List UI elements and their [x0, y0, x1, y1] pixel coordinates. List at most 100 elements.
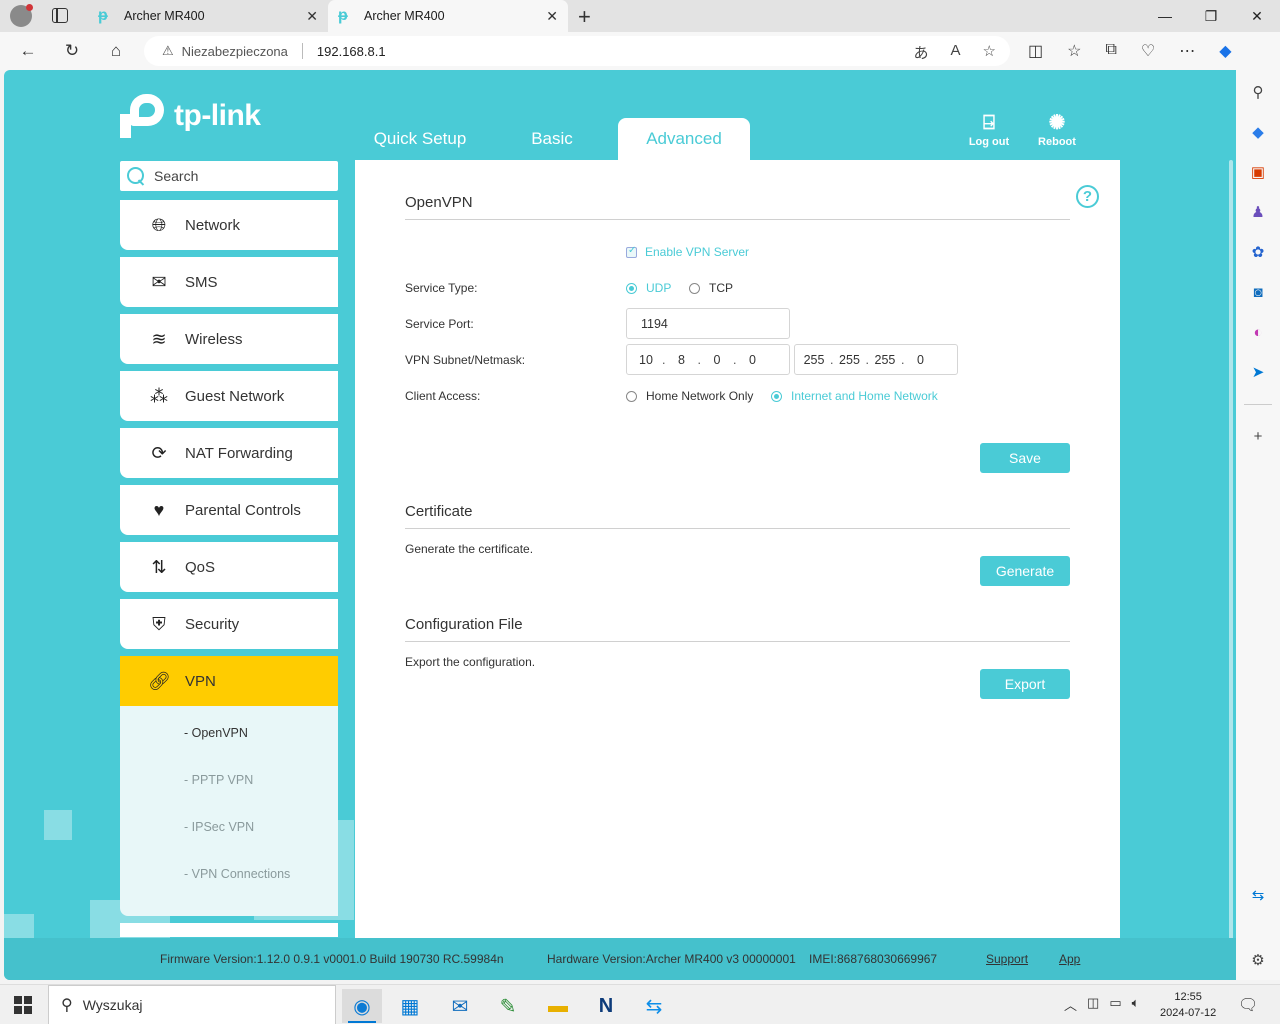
- browser-essentials-icon[interactable]: ♡: [1141, 41, 1155, 61]
- imei: IMEI:868768030669967: [809, 952, 938, 966]
- tab-advanced[interactable]: Advanced: [618, 118, 750, 160]
- sidebar-item-guest-network[interactable]: ⁂ Guest Network: [120, 371, 338, 421]
- sidebar-item-security[interactable]: ⛨ Security: [120, 599, 338, 649]
- teamviewer-icon[interactable]: ⇆: [1248, 885, 1268, 905]
- file-explorer-taskbar-icon[interactable]: ▬: [538, 989, 578, 1023]
- home-icon[interactable]: ⌂: [106, 41, 126, 61]
- shopping-tag-icon[interactable]: ◆: [1248, 122, 1268, 142]
- submenu-pptp-vpn[interactable]: - PPTP VPN: [120, 773, 338, 820]
- network-icon[interactable]: ▭: [1109, 995, 1121, 1014]
- support-link[interactable]: Support: [986, 952, 1028, 966]
- save-button[interactable]: Save: [980, 443, 1070, 473]
- sidebar-item-vpn[interactable]: 🔗︎ VPN: [120, 656, 338, 706]
- teamviewer-taskbar-icon[interactable]: ⇆: [634, 989, 674, 1023]
- taskbar-search[interactable]: ⚲ Wyszukaj: [48, 985, 336, 1024]
- windows-start-icon[interactable]: [14, 996, 32, 1014]
- favorites-icon[interactable]: ☆: [1067, 41, 1081, 61]
- more-menu-icon[interactable]: ⋯: [1179, 41, 1195, 61]
- generate-button[interactable]: Generate: [980, 556, 1070, 586]
- browser-tab-strip: ᵽ Archer MR400 ✕ ᵽ Archer MR400 ✕ + — ❐ …: [0, 0, 1280, 32]
- subnet-octet-1[interactable]: [631, 352, 661, 367]
- tray-app-icon[interactable]: ◫: [1087, 995, 1099, 1014]
- netmask-field[interactable]: . . .: [794, 344, 958, 375]
- close-window-icon[interactable]: ✕: [1234, 0, 1280, 32]
- service-port-field[interactable]: [626, 308, 790, 339]
- favorite-star-icon[interactable]: ☆: [983, 42, 996, 63]
- back-icon[interactable]: ←: [18, 41, 38, 61]
- logout-button[interactable]: ⍈ Log out: [964, 110, 1014, 148]
- subnet-octet-4[interactable]: [737, 352, 768, 367]
- sidebar-item-qos[interactable]: ⇅ QoS: [120, 542, 338, 592]
- submenu-vpn-connections[interactable]: - VPN Connections: [120, 867, 338, 914]
- tab-quick-setup[interactable]: Quick Setup: [354, 118, 486, 160]
- edge-taskbar-icon[interactable]: ◉: [342, 989, 382, 1023]
- reboot-button[interactable]: ✺ Reboot: [1032, 110, 1082, 148]
- mail-taskbar-icon[interactable]: ✉: [440, 989, 480, 1023]
- copilot-apps-icon[interactable]: ✿: [1248, 242, 1268, 262]
- tray-chevron-icon[interactable]: ︿: [1064, 995, 1077, 1014]
- netmask-octet-3[interactable]: [869, 352, 900, 367]
- address-bar[interactable]: ⚠ Niezabezpieczona 192.168.8.1 あ A ☆: [144, 36, 1010, 66]
- tcp-radio[interactable]: TCP: [689, 281, 733, 295]
- notifications-icon[interactable]: 🗨︎: [1238, 995, 1258, 1015]
- netmask-octet-4[interactable]: [905, 352, 936, 367]
- profile-avatar-icon[interactable]: [10, 4, 33, 27]
- send-icon[interactable]: ➤: [1248, 362, 1268, 382]
- sidebar-search-icon[interactable]: ⚲: [1248, 82, 1268, 102]
- minimize-icon[interactable]: —: [1142, 0, 1188, 32]
- service-port-input[interactable]: [641, 316, 781, 331]
- enable-vpn-checkbox[interactable]: Enable VPN Server: [626, 245, 749, 259]
- toolbox-icon[interactable]: ▣: [1248, 162, 1268, 182]
- client-access-label: Client Access:: [405, 389, 481, 403]
- designer-icon[interactable]: ◐: [1248, 322, 1268, 342]
- udp-radio[interactable]: UDP: [626, 281, 671, 295]
- refresh-icon[interactable]: ↻: [62, 41, 82, 61]
- app-link[interactable]: App: [1059, 952, 1080, 966]
- content-scrollbar[interactable]: [1229, 160, 1233, 940]
- sidebar-item-sms[interactable]: ✉ SMS: [120, 257, 338, 307]
- taskbar-clock[interactable]: 12:55 2024-07-12: [1160, 989, 1216, 1021]
- tab-close-icon[interactable]: ✕: [306, 8, 318, 25]
- export-button[interactable]: Export: [980, 669, 1070, 699]
- help-icon[interactable]: ?: [1076, 185, 1099, 208]
- submenu-openvpn[interactable]: - OpenVPN: [120, 726, 338, 773]
- search-input[interactable]: [154, 168, 324, 184]
- tab-close-icon[interactable]: ✕: [546, 8, 558, 25]
- subnet-octet-3[interactable]: [701, 352, 732, 367]
- games-icon[interactable]: ♟: [1248, 202, 1268, 222]
- warning-icon[interactable]: ⚠: [162, 43, 174, 59]
- volume-muted-icon[interactable]: 🔈︎: [1132, 995, 1140, 1014]
- n-app-taskbar-icon[interactable]: N: [586, 989, 626, 1023]
- sidebar-item-nat-forwarding[interactable]: ⟳ NAT Forwarding: [120, 428, 338, 478]
- add-sidebar-app-icon[interactable]: +: [1248, 426, 1268, 446]
- internet-and-home-radio[interactable]: Internet and Home Network: [771, 389, 938, 403]
- sidebar-item-parental-controls[interactable]: ♥ Parental Controls: [120, 485, 338, 535]
- browser-tab-1[interactable]: ᵽ Archer MR400 ✕: [88, 0, 328, 32]
- subnet-octet-2[interactable]: [666, 352, 697, 367]
- browser-tab-2[interactable]: ᵽ Archer MR400 ✕: [328, 0, 568, 32]
- restore-icon[interactable]: ❐: [1188, 0, 1234, 32]
- outlook-icon[interactable]: ◙: [1248, 282, 1268, 302]
- openvpn-title: OpenVPN: [405, 194, 1070, 220]
- sidebar-item-wireless[interactable]: ≋ Wireless: [120, 314, 338, 364]
- store-taskbar-icon[interactable]: ▦: [390, 989, 430, 1023]
- new-tab-icon[interactable]: +: [578, 4, 591, 30]
- translate-icon[interactable]: あ: [914, 42, 929, 63]
- tab-actions-icon[interactable]: [52, 8, 68, 23]
- sidebar-item-next[interactable]: [120, 923, 338, 937]
- submenu-ipsec-vpn[interactable]: - IPSec VPN: [120, 820, 338, 867]
- sidebar-settings-icon[interactable]: ⚙: [1248, 950, 1268, 970]
- netmask-octet-1[interactable]: [799, 352, 829, 367]
- read-aloud-icon[interactable]: A: [951, 42, 961, 63]
- sidebar-item-network[interactable]: 🌐︎ Network: [120, 200, 338, 250]
- split-screen-icon[interactable]: ◫: [1028, 41, 1043, 61]
- subnet-field[interactable]: . . .: [626, 344, 790, 375]
- collections-icon[interactable]: ⧉: [1105, 41, 1116, 61]
- home-network-only-radio[interactable]: Home Network Only: [626, 389, 753, 403]
- copilot-icon[interactable]: ◆: [1219, 41, 1231, 61]
- app-taskbar-icon[interactable]: ✎: [488, 989, 528, 1023]
- tab-basic[interactable]: Basic: [486, 118, 618, 160]
- url-text[interactable]: 192.168.8.1: [317, 44, 386, 59]
- netmask-octet-2[interactable]: [834, 352, 865, 367]
- security-label[interactable]: Niezabezpieczona: [182, 44, 288, 59]
